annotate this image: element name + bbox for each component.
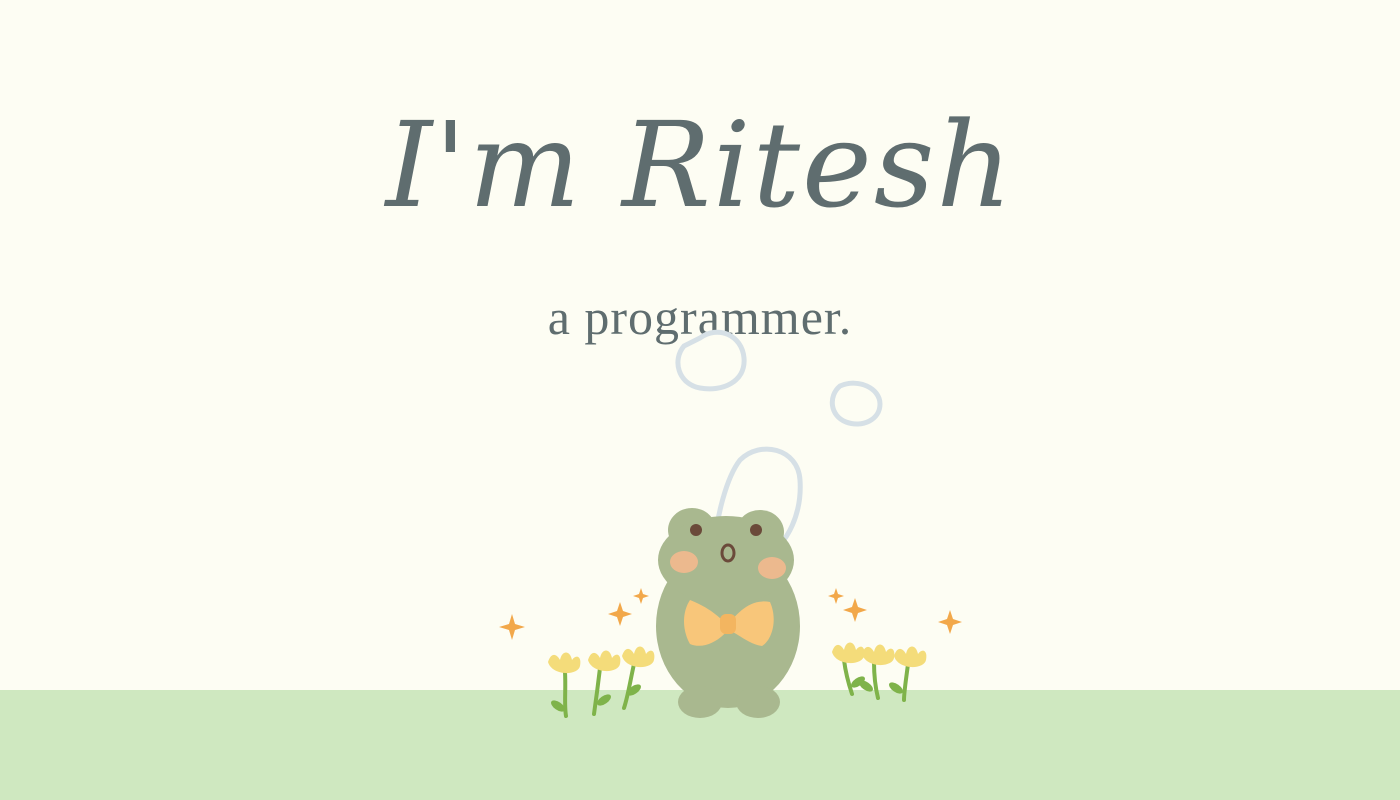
sparkle-icon bbox=[608, 602, 632, 626]
sparkle-icon bbox=[938, 610, 962, 634]
sparkle-icon bbox=[843, 598, 867, 622]
sparkle-icon bbox=[633, 588, 649, 604]
frog-icon bbox=[656, 508, 800, 718]
bubble-icon bbox=[675, 329, 747, 392]
flower-icon bbox=[832, 642, 927, 702]
hero-scene: I'm Ritesh a programmer. bbox=[0, 0, 1400, 800]
sparkle-icon bbox=[499, 614, 525, 640]
bubble-icon bbox=[829, 380, 883, 427]
frog-illustration bbox=[499, 329, 962, 718]
flower-icon bbox=[548, 646, 655, 718]
sparkle-icon bbox=[828, 588, 844, 604]
